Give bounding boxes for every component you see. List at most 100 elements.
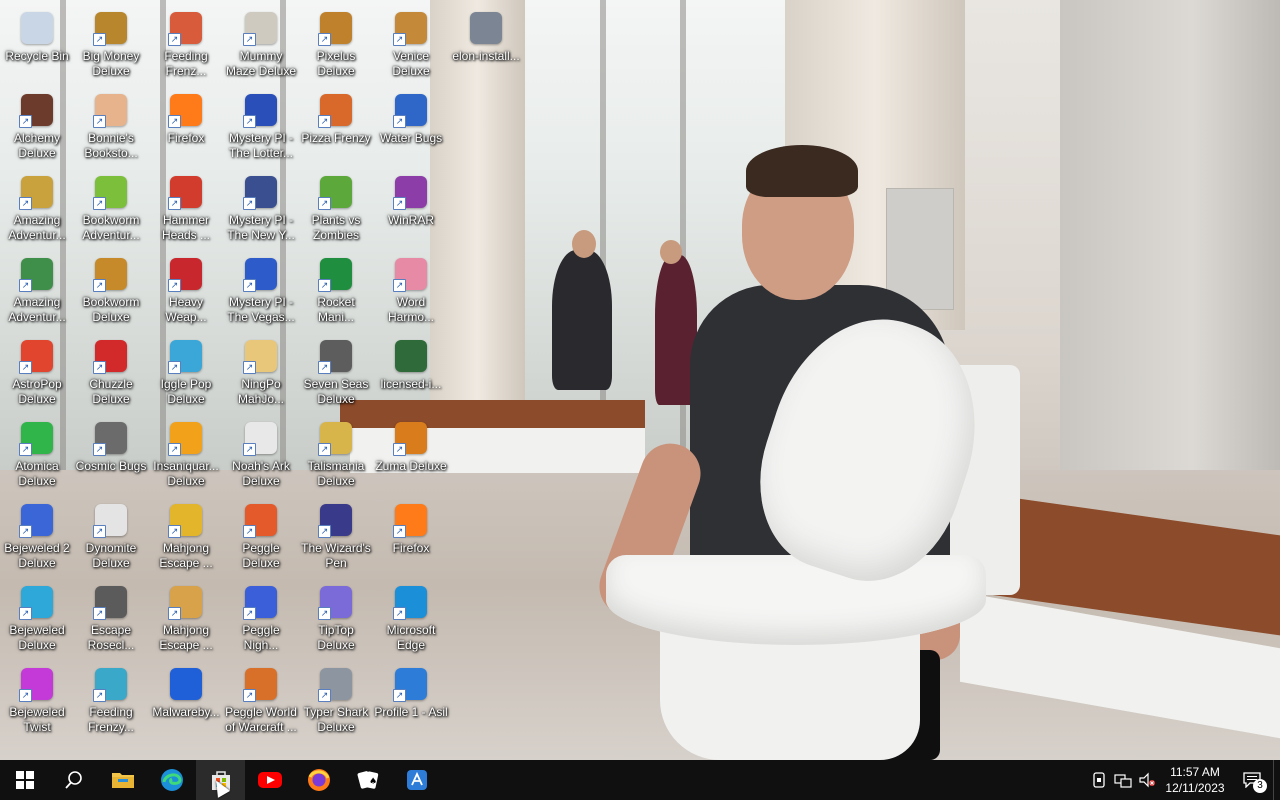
desktop-icon[interactable]: ↗ Mummy Maze Deluxe [224, 6, 298, 84]
desktop-icon[interactable]: ↗ Amazing Adventur... [0, 252, 74, 330]
bug-icon: ↗ [93, 422, 127, 456]
search-button[interactable] [49, 760, 98, 800]
shortcut-arrow-icon: ↗ [243, 689, 256, 702]
desktop-icon-label: The Wizard's Pen [301, 541, 371, 570]
desktop-icon[interactable]: ↗ Firefox [374, 498, 448, 576]
mystery-pi-icon: ↗ [243, 94, 277, 128]
desktop-icon[interactable]: ↗ Peggle Nigh... [224, 580, 298, 658]
volume-muted-icon[interactable] [1135, 760, 1159, 800]
desktop-icon[interactable]: ↗ Amazing Adventur... [0, 170, 74, 248]
youtube-button[interactable] [245, 760, 294, 800]
desktop-icon[interactable]: ↗ Mahjong Escape ... [149, 498, 223, 576]
desktop-icon-label: Peggle World of Warcraft ... [225, 705, 297, 734]
gem-icon: ↗ [19, 504, 53, 538]
show-desktop-button[interactable] [1273, 760, 1280, 800]
app-store-button[interactable] [392, 760, 441, 800]
desktop-icon[interactable]: ↗ Dynomite Deluxe [74, 498, 148, 576]
desktop-icon[interactable]: ↗ Iggle Pop Deluxe [149, 334, 223, 412]
desktop-icon[interactable]: ↗ Noah's Ark Deluxe [224, 416, 298, 494]
start-button[interactable] [0, 760, 49, 800]
taskbar: ♠ 11:57 AM 12/11/2023 3 [0, 760, 1280, 800]
desktop-icon[interactable]: ↗ Plants vs Zombies [299, 170, 373, 248]
shortcut-arrow-icon: ↗ [19, 115, 32, 128]
desktop-icon[interactable]: ↗ Insaniquar... Deluxe [149, 416, 223, 494]
desktop-icon[interactable]: ↗ Bejeweled Twist [0, 662, 74, 740]
compass-icon: ↗ [19, 258, 53, 292]
desktop-icon-label: Pizza Frenzy [301, 131, 371, 145]
shortcut-arrow-icon: ↗ [19, 279, 32, 292]
taskbar-clock[interactable]: 11:57 AM 12/11/2023 [1159, 760, 1231, 800]
shortcut-arrow-icon: ↗ [318, 443, 331, 456]
touch-keyboard-icon[interactable] [1087, 760, 1111, 800]
desktop-icon[interactable]: ↗ Bonnie's Booksto... [74, 88, 148, 166]
desktop-icon[interactable]: ↗ Rocket Mani... [299, 252, 373, 330]
desktop-icon[interactable]: ↗ Bookworm Adventur... [74, 170, 148, 248]
firefox-button[interactable] [294, 760, 343, 800]
desktop-icon[interactable]: ↗ Big Money Deluxe [74, 6, 148, 84]
shortcut-arrow-icon: ↗ [318, 361, 331, 374]
desktop-icon[interactable]: ↗ Microsoft Edge [374, 580, 448, 658]
wizard-hat-icon: ↗ [318, 504, 352, 538]
desktop-icon[interactable]: ↗ NingPo MahJo... [224, 334, 298, 412]
desktop-icon-label: Amazing Adventur... [8, 213, 66, 242]
desktop-icon-label: Firefox [392, 541, 430, 555]
shortcut-arrow-icon: ↗ [318, 33, 331, 46]
desktop-icon-label: Mystery PI - The New Y... [227, 213, 295, 242]
desktop-icon[interactable]: ↗ Hammer Heads ... [149, 170, 223, 248]
edge-button[interactable] [147, 760, 196, 800]
shortcut-arrow-icon: ↗ [19, 607, 32, 620]
desktop-icon[interactable]: ↗ WinRAR [374, 170, 448, 248]
desktop-icon[interactable]: ↗ Bookworm Deluxe [74, 252, 148, 330]
desktop-icon[interactable]: ↗ Mahjong Escape ... [149, 580, 223, 658]
system-tray: 11:57 AM 12/11/2023 3 [1087, 760, 1280, 800]
desktop-icon[interactable]: ↗ Water Bugs [374, 88, 448, 166]
desktop-icon[interactable]: ↗ Atomica Deluxe [0, 416, 74, 494]
desktop-icon[interactable]: ↗ Profile 1 - Asil [374, 662, 448, 740]
desktop-icon[interactable]: ↗ Word Harmo... [374, 252, 448, 330]
desktop-icon[interactable]: Malwareby... [149, 662, 223, 740]
shortcut-arrow-icon: ↗ [168, 115, 181, 128]
file-explorer-button[interactable] [98, 760, 147, 800]
mummy-icon: ↗ [243, 12, 277, 46]
firefox-icon [307, 769, 330, 791]
desktop-icon[interactable]: ↗ Alchemy Deluxe [0, 88, 74, 166]
fish-icon: ↗ [93, 668, 127, 702]
desktop-icon[interactable]: ↗ Mystery PI - The Lotter... [224, 88, 298, 166]
installer-icon [470, 12, 502, 44]
shortcut-arrow-icon: ↗ [93, 443, 106, 456]
desktop-icon[interactable]: ↗ Heavy Weap... [149, 252, 223, 330]
desktop-icon[interactable]: ↗ Zuma Deluxe [374, 416, 448, 494]
shortcut-arrow-icon: ↗ [19, 197, 32, 210]
desktop-icon[interactable]: ↗ Feeding Frenz... [149, 6, 223, 84]
solitaire-button[interactable]: ♠ [343, 760, 392, 800]
shortcut-arrow-icon: ↗ [168, 443, 181, 456]
desktop-icon[interactable]: Recycle Bin [0, 6, 74, 84]
desktop-icon[interactable]: ↗ AstroPop Deluxe [0, 334, 74, 412]
desktop-icon[interactable]: ↗ Bejeweled 2 Deluxe [0, 498, 74, 576]
desktop-icon[interactable]: ↗ Mystery PI - The New Y... [224, 170, 298, 248]
network-icon[interactable] [1111, 760, 1135, 800]
desktop-icon[interactable]: ↗ Pixelus Deluxe [299, 6, 373, 84]
desktop-icon[interactable]: ↗ Peggle Deluxe [224, 498, 298, 576]
desktop-icon[interactable]: ↗ Venice Deluxe [374, 6, 448, 84]
notification-center-button[interactable]: 3 [1231, 760, 1273, 800]
desktop-icon[interactable]: ↗ Bejeweled Deluxe [0, 580, 74, 658]
winrar-icon: ↗ [393, 176, 427, 210]
desktop-icon[interactable]: ↗ TipTop Deluxe [299, 580, 373, 658]
desktop-icon[interactable]: ↗ Cosmic Bugs [74, 416, 148, 494]
egg-icon: ↗ [93, 504, 127, 538]
desktop-icon[interactable]: ↗ Seven Seas Deluxe [299, 334, 373, 412]
desktop-icon[interactable]: elon-install... [449, 6, 523, 84]
desktop-icon[interactable]: ↗ Chuzzle Deluxe [74, 334, 148, 412]
desktop-icon[interactable]: ↗ The Wizard's Pen [299, 498, 373, 576]
desktop-icon[interactable]: ↗ Talismania Deluxe [299, 416, 373, 494]
desktop-icon[interactable]: ↗ Pizza Frenzy [299, 88, 373, 166]
desktop-icon[interactable]: ↗ Feeding Frenzy... [74, 662, 148, 740]
desktop-icon-label: Bejeweled Twist [9, 705, 65, 734]
desktop-icon[interactable]: ↗ Mystery PI - The Vegas... [224, 252, 298, 330]
desktop-icon[interactable]: ↗ Peggle World of Warcraft ... [224, 662, 298, 740]
desktop-icon[interactable]: licensed-i... [374, 334, 448, 412]
desktop-icon[interactable]: ↗ Escape Rosecl... [74, 580, 148, 658]
desktop-icon[interactable]: ↗ Firefox [149, 88, 223, 166]
desktop-icon[interactable]: ↗ Typer Shark Deluxe [299, 662, 373, 740]
